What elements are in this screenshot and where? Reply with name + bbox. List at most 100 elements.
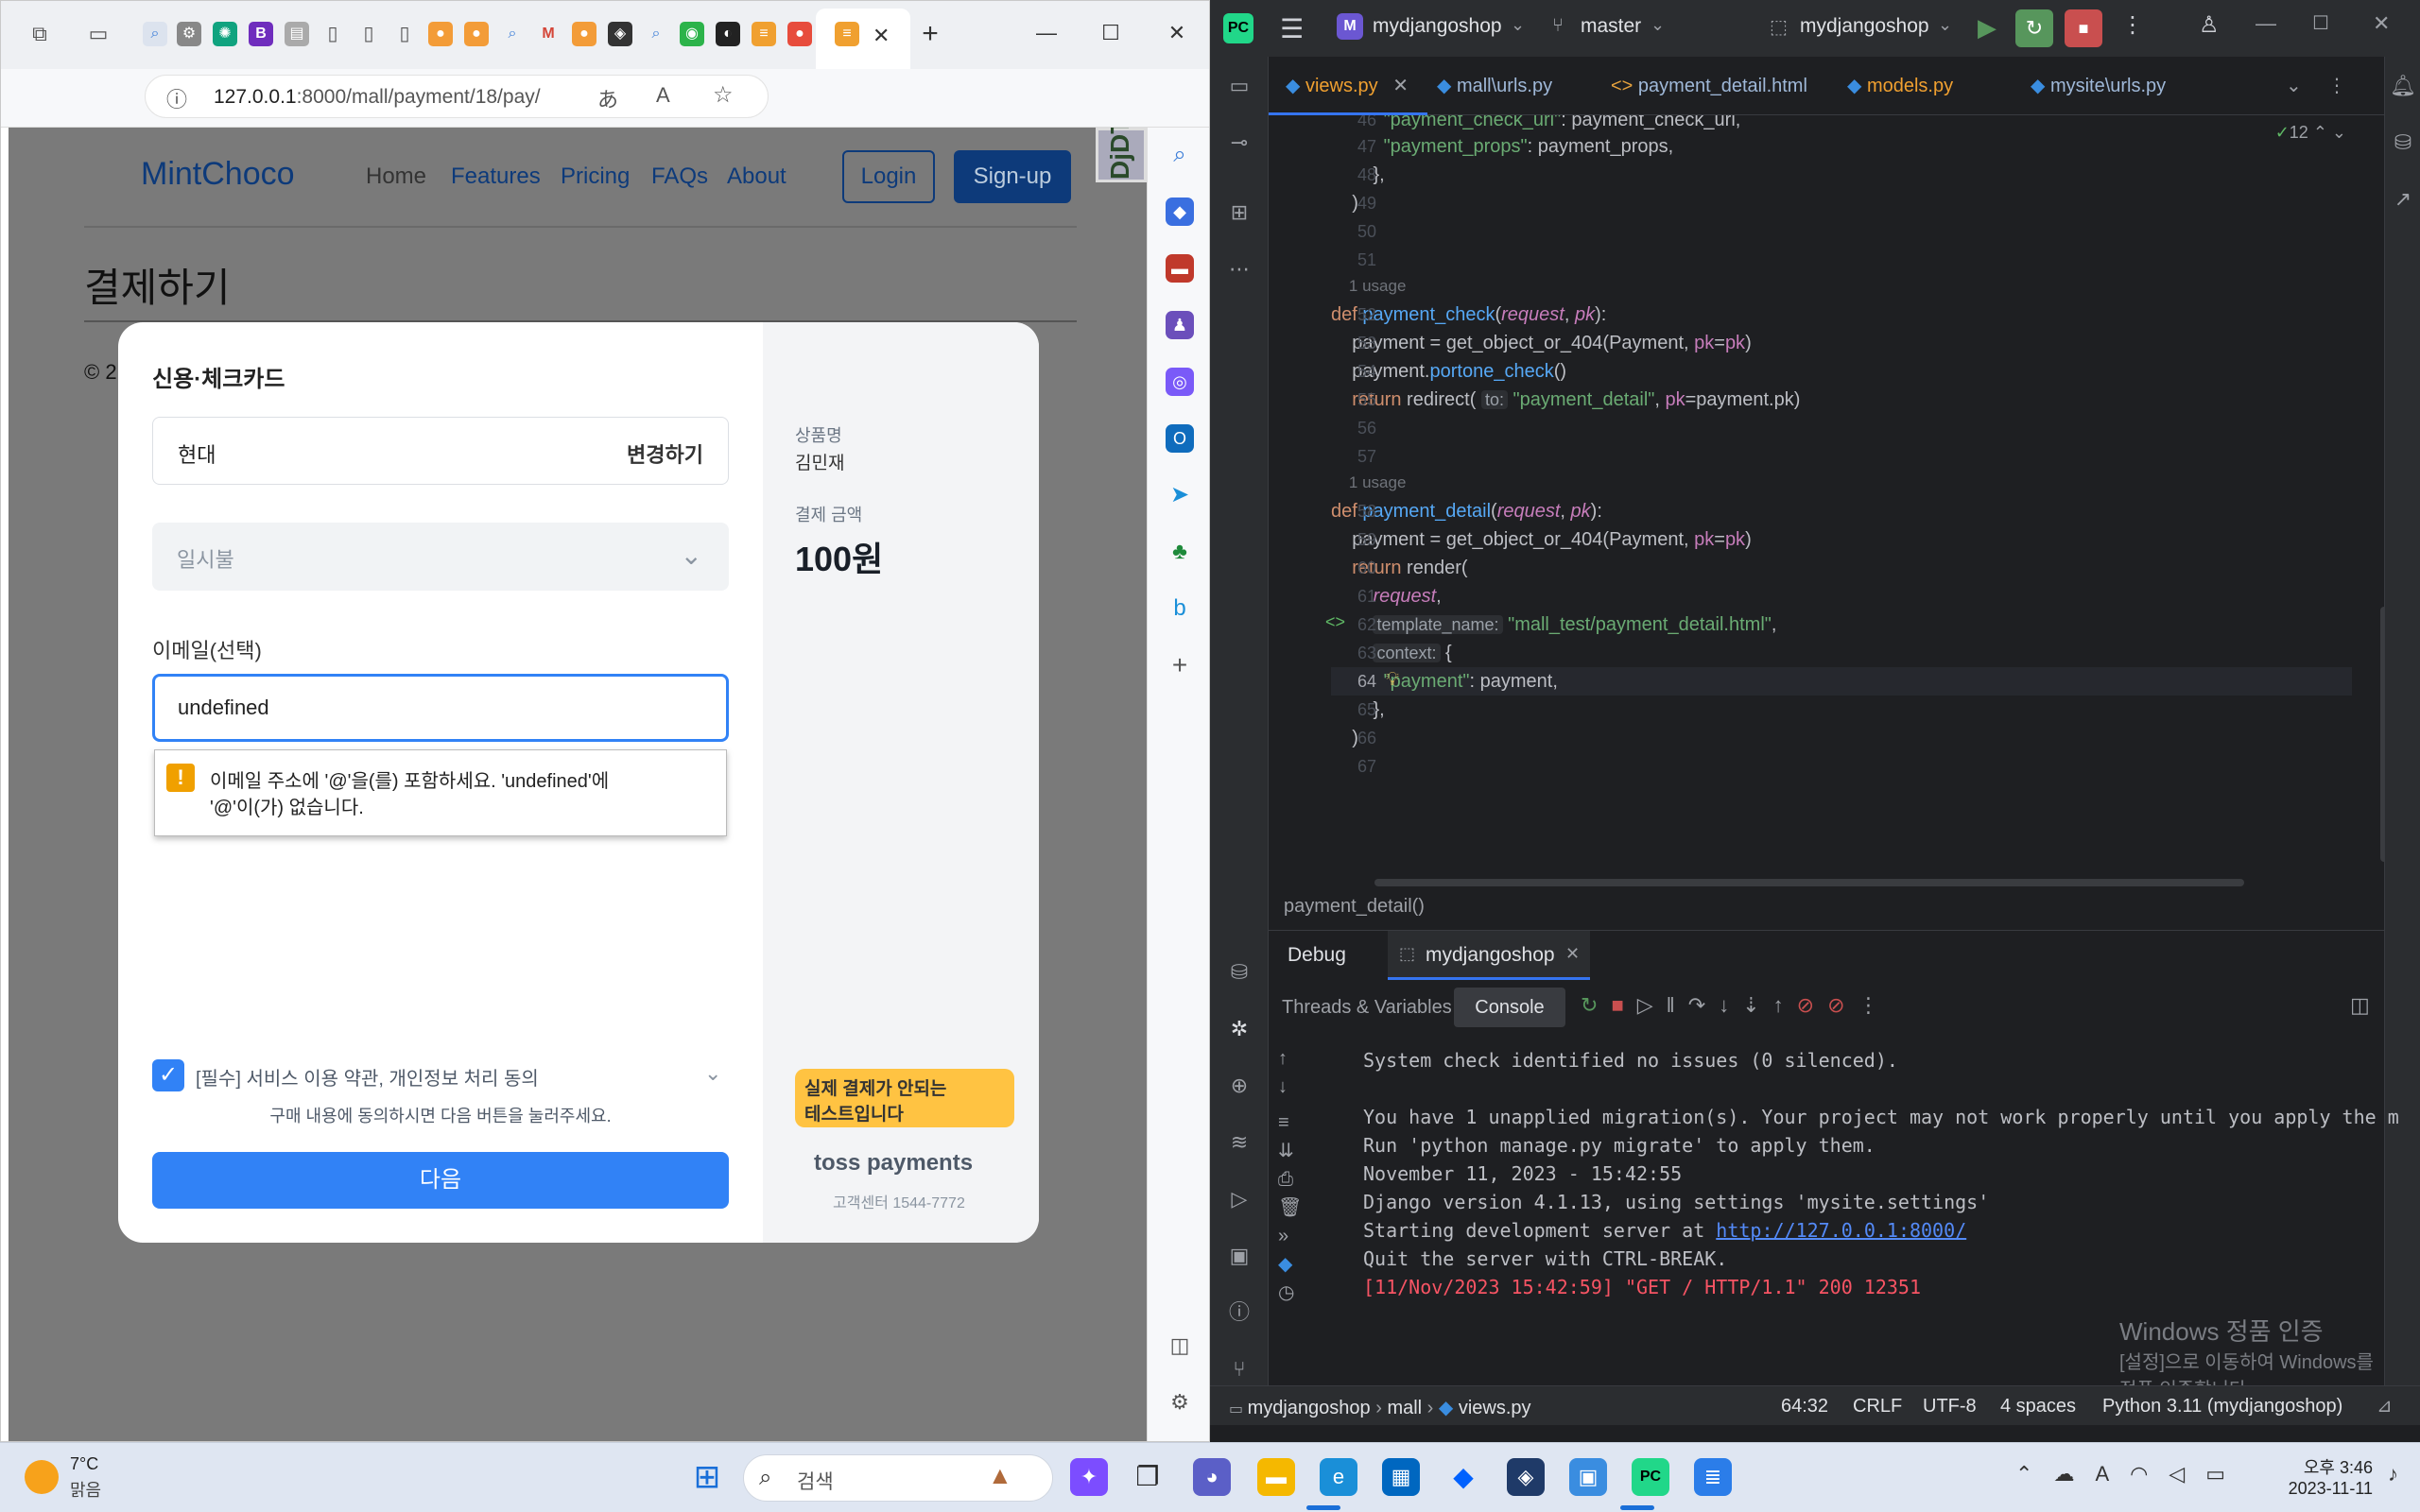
database-tool-icon[interactable]: ⛁ [1225,958,1253,987]
weather-temp[interactable]: 7°C [70,1454,98,1474]
change-card-button[interactable]: 변경하기 [627,438,703,469]
nav-pricing[interactable]: Pricing [561,163,630,190]
layers-tool-icon[interactable]: ≋ [1225,1128,1253,1157]
tab-mysite-urls[interactable]: ◆ mysite\urls.py [2031,57,2166,115]
tray-network-app-icon[interactable]: ☁ [2053,1462,2095,1486]
debug-more-icon[interactable]: ⋮ [1858,993,1893,1017]
tab-gear-favicon-icon[interactable]: ⚙ [177,22,201,46]
sidebar-search-icon[interactable]: ⌕ [1166,141,1194,169]
card-company-field[interactable]: 현대 변경하기 [152,417,729,485]
read-aloud-icon[interactable]: A [656,83,670,108]
rerun-icon[interactable]: ↻ [1581,993,1611,1017]
debug-tab[interactable]: Debug [1288,944,1346,967]
sidebar-office-icon[interactable]: ◎ [1166,368,1194,396]
site-info-icon[interactable]: ⓘ [166,83,187,113]
tab-close-icon[interactable]: ✕ [1392,76,1409,96]
wifi-icon[interactable]: ◠ [2130,1462,2169,1486]
clear-console-icon[interactable]: 🗑︎ [1278,1194,1302,1222]
django-debug-toolbar-handle[interactable]: DjDT [1096,128,1147,182]
indent-setting[interactable]: 4 spaces [2000,1396,2076,1418]
store-icon[interactable]: ▦ [1382,1458,1420,1496]
rerun-debug-icon[interactable]: ↻ [2015,9,2053,47]
python-packages-icon[interactable]: ⊕ [1225,1072,1253,1100]
step-over-icon[interactable]: ↷ [1688,993,1719,1017]
brand-logo[interactable]: MintChoco [141,156,295,193]
editor-breadcrumb[interactable]: payment_detail() [1284,896,1425,918]
clock-date[interactable]: 2023-11-11 [2259,1479,2373,1499]
new-tab-icon[interactable]: + [918,20,942,48]
soft-wrap-icon[interactable]: ≡ [1278,1108,1302,1137]
debug-session-tab[interactable]: ⬚ mydjangoshop ✕ [1388,931,1590,980]
caret-position[interactable]: 64:32 [1781,1396,1828,1418]
tab-github-favicon-icon[interactable]: ◐ [716,22,740,46]
run-icon[interactable]: ▶ [1978,13,1996,43]
tab-black-favicon-icon[interactable]: ◈ [608,22,632,46]
tab-payment-detail-html[interactable]: <> payment_detail.html [1611,57,1807,115]
close-window-icon[interactable]: ✕ [1158,14,1196,52]
volume-icon[interactable]: ◁ [2169,1462,2205,1486]
notifications-icon[interactable]: 🔔︎ [2389,72,2417,100]
tab-search2-favicon-icon[interactable]: ⌕ [500,22,525,46]
more-actions-icon[interactable]: ⋮ [2121,11,2144,39]
tabs-dropdown-icon[interactable]: ⌄ [2286,57,2302,115]
show-more-icon[interactable]: » [1278,1222,1302,1250]
scroll-to-end-icon[interactable]: ⇊ [1278,1137,1302,1165]
nav-about[interactable]: About [727,163,786,190]
sidebar-settings-icon[interactable]: ⚙ [1166,1388,1194,1417]
stop-icon[interactable]: ■ [2065,9,2102,47]
sidebar-tree-icon[interactable]: ♣ [1166,538,1194,566]
email-input[interactable]: undefined [152,674,729,742]
ide-maximize-icon[interactable]: ☐ [2312,11,2329,35]
sciview-icon[interactable]: ↗ [2389,185,2417,214]
tab-close-icon[interactable]: ✕ [873,24,890,48]
sidebar-send-icon[interactable]: ➤ [1166,481,1194,509]
tab-green-favicon-icon[interactable]: ◉ [680,22,704,46]
task-view-icon[interactable]: ❐ [1129,1458,1167,1496]
battery-icon[interactable]: ▭ [2205,1462,2246,1486]
tab-stack-favicon-icon[interactable]: ≡ [752,22,776,46]
sidebar-bing-icon[interactable]: b [1166,594,1194,623]
step-into-icon[interactable]: ↓ [1719,993,1742,1017]
template-link-icon[interactable]: <> [1325,612,1345,632]
tab-active[interactable]: ≡ ✕ [816,9,910,69]
tab-page2-favicon-icon[interactable]: ▯ [356,22,381,46]
scroll-down-icon[interactable]: ↓ [1278,1073,1302,1101]
project-name[interactable]: mydjangoshop [1373,15,1502,38]
minimize-icon[interactable]: — [1028,14,1065,52]
commit-tool-icon[interactable]: ⊸ [1225,129,1253,157]
line-separator[interactable]: CRLF [1853,1396,1902,1418]
tab-views-py[interactable]: ◆ views.py ✕ [1269,57,1427,115]
notepad-icon[interactable]: ≣ [1694,1458,1732,1496]
resume-icon[interactable]: ▷ [1637,993,1667,1017]
project-tool-icon[interactable]: ▭ [1225,72,1253,100]
dropbox-icon[interactable]: ◆ [1444,1458,1482,1496]
weather-condition[interactable]: 맑음 [70,1477,101,1502]
login-button[interactable]: Login [842,150,935,203]
layout-icon[interactable]: ◫ [2350,993,2370,1018]
tab-orange-favicon-icon[interactable]: ● [428,22,453,46]
tab-actions-icon[interactable]: ▭ [86,22,111,46]
account-icon[interactable]: ♙ [2199,11,2220,39]
taskbar-search[interactable]: ⌕ 검색 ▲ [743,1454,1053,1502]
tab-postman2-favicon-icon[interactable]: ● [572,22,596,46]
threads-variables-tab[interactable]: Threads & Variables [1282,997,1452,1019]
tab-bootstrap-favicon-icon[interactable]: B [249,22,273,46]
run-config-chevron-icon[interactable]: ⌄ [1938,15,1952,35]
weather-sun-icon[interactable] [25,1460,59,1494]
step-into-my-code-icon[interactable]: ⇣ [1742,993,1772,1017]
run-config-name[interactable]: mydjangoshop [1800,15,1929,38]
vertical-scrollbar[interactable] [2380,607,2384,862]
server-url-link[interactable]: http://127.0.0.1:8000/ [1716,1219,1966,1242]
consent-label[interactable]: [필수] 서비스 이용 약관, 개인정보 처리 동의 [196,1063,539,1091]
services-tool-icon[interactable]: ▷ [1225,1185,1253,1213]
python-interpreter[interactable]: Python 3.11 (mydjangoshop) [2102,1396,2342,1418]
sidebar-hide-icon[interactable]: ◫ [1166,1332,1194,1360]
sidebar-shopping-icon[interactable]: ◆ [1166,198,1194,226]
history-icon[interactable]: ◷ [1278,1279,1302,1307]
notification-bell-icon[interactable]: ♪ [2388,1462,2398,1486]
database-icon[interactable]: ⛁ [2389,129,2417,157]
ide-minimize-icon[interactable]: — [2256,11,2276,36]
nav-home[interactable]: Home [366,163,426,190]
tab-page-favicon-icon[interactable]: ▯ [320,22,345,46]
teams-chat-icon[interactable]: ◕ [1193,1458,1231,1496]
